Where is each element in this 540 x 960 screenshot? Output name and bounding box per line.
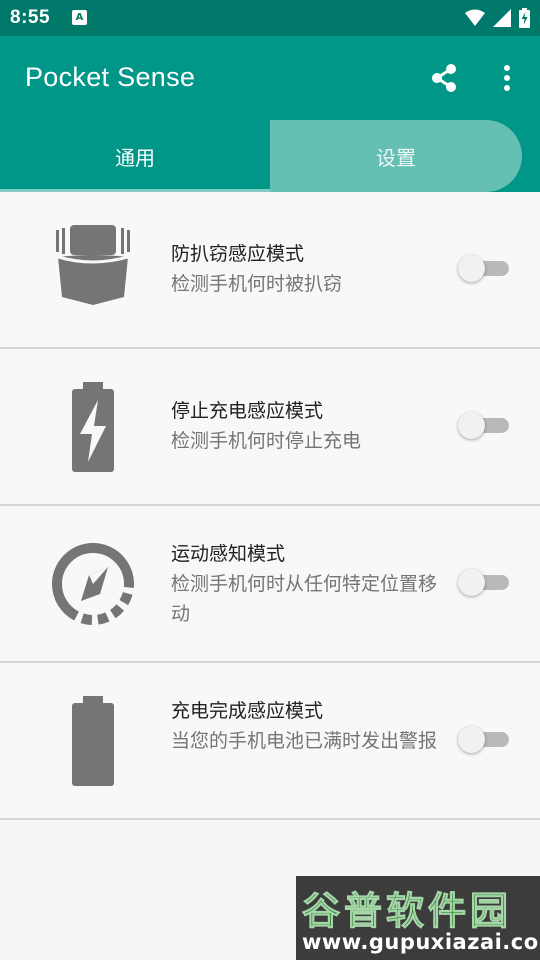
mode-list: 防扒窃感应模式 检测手机何时被扒窃 停止充电感应模式 检测手机何时停止充电 运动…: [0, 192, 540, 820]
status-time: 8:55: [10, 7, 51, 28]
mode-title: 充电完成感应模式: [171, 700, 324, 722]
more-options-button[interactable]: [494, 61, 520, 95]
mode-subtitle: 检测手机何时从任何特定位置移动: [171, 573, 438, 625]
mode-title: 运动感知模式: [171, 543, 286, 565]
mode-row-motion[interactable]: 运动感知模式 检测手机何时从任何特定位置移动: [0, 506, 540, 663]
anti-theft-switch[interactable]: [458, 254, 510, 282]
motion-compass-icon: [48, 539, 138, 629]
tab-general[interactable]: 通用: [0, 120, 270, 192]
stop-charging-switch[interactable]: [458, 411, 510, 439]
signal-icon: [493, 9, 511, 27]
tab-general-label: 通用: [115, 145, 155, 170]
wifi-icon: [465, 9, 485, 26]
tab-settings-label: 设置: [376, 145, 416, 170]
battery-charging-icon: [48, 382, 138, 472]
mode-title: 防扒窃感应模式: [171, 243, 305, 265]
share-icon: [432, 64, 456, 92]
more-vert-icon: [504, 65, 510, 91]
mode-row-stop-charging[interactable]: 停止充电感应模式 检测手机何时停止充电: [0, 349, 540, 506]
status-bar: 8:55 A: [0, 0, 540, 36]
pocket-icon: [48, 225, 138, 315]
motion-switch[interactable]: [458, 568, 510, 596]
mode-title: 停止充电感应模式: [171, 400, 324, 422]
share-button[interactable]: [427, 61, 461, 95]
watermark-logo: 谷普软件园: [301, 889, 513, 934]
tab-bar: 通用 设置: [0, 120, 540, 192]
watermark: 谷普软件园 www.gupuxiazai.com: [296, 876, 540, 960]
mode-subtitle: 检测手机何时停止充电: [171, 430, 362, 452]
tab-settings[interactable]: 设置: [270, 120, 522, 192]
watermark-url: www.gupuxiazai.com: [302, 930, 540, 954]
battery-charging-status-icon: [519, 8, 530, 28]
notification-icon: A: [72, 10, 87, 25]
status-icons: [465, 8, 530, 28]
app-title: Pocket Sense: [25, 62, 196, 92]
mode-subtitle: 检测手机何时被扒窃: [171, 273, 343, 295]
battery-full-icon: [48, 696, 138, 786]
mode-row-anti-theft[interactable]: 防扒窃感应模式 检测手机何时被扒窃: [0, 192, 540, 349]
app-bar: Pocket Sense: [0, 36, 540, 120]
full-charge-switch[interactable]: [458, 725, 510, 753]
mode-subtitle: 当您的手机电池已满时发出警报: [171, 730, 438, 752]
mode-row-full-charge[interactable]: 充电完成感应模式 当您的手机电池已满时发出警报: [0, 663, 540, 820]
